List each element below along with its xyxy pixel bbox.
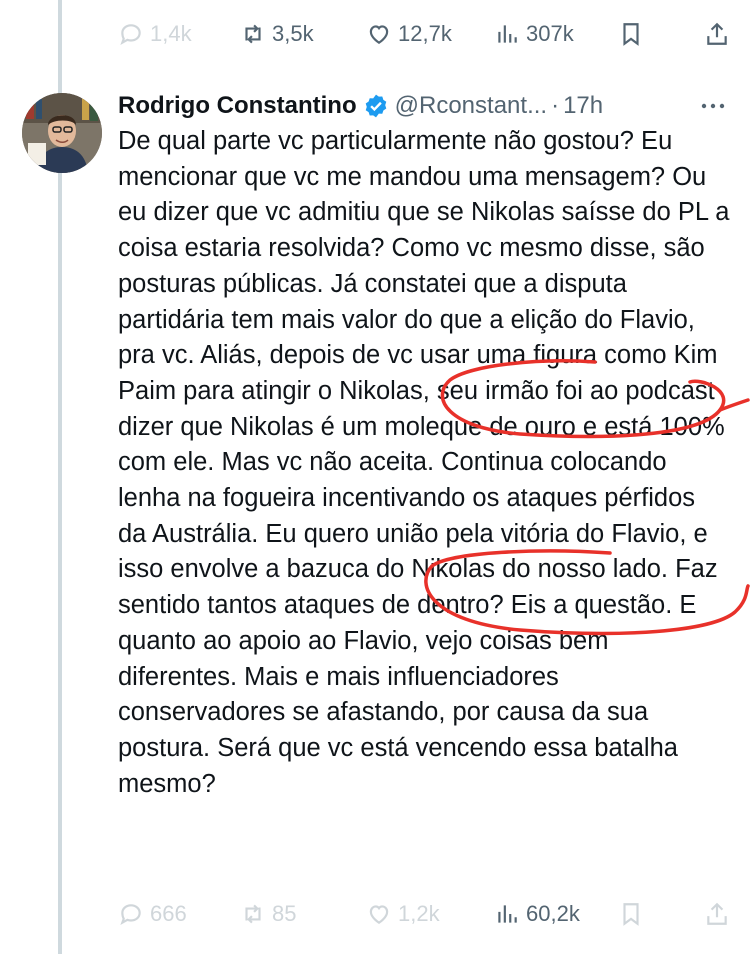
reply-icon bbox=[120, 24, 141, 46]
retweet-action[interactable]: 3,5k bbox=[240, 21, 314, 47]
tweet-header: Rodrigo Constantino @Rconstant... · 17h bbox=[118, 86, 738, 126]
like-count: 12,7k bbox=[398, 21, 452, 46]
bookmark-action[interactable] bbox=[618, 901, 644, 927]
retweet-icon bbox=[245, 24, 261, 44]
like-action[interactable]: 12,7k bbox=[366, 21, 452, 47]
views-action[interactable]: 60,2k bbox=[494, 901, 580, 927]
share-icon bbox=[707, 902, 727, 925]
verified-badge-icon bbox=[365, 94, 386, 118]
views-action[interactable]: 307k bbox=[494, 21, 574, 47]
views-count: 60,2k bbox=[526, 901, 580, 926]
reply-count: 666 bbox=[150, 901, 187, 926]
bookmark-icon bbox=[623, 903, 639, 926]
tweet-timestamp[interactable]: 17h bbox=[563, 92, 603, 120]
like-icon bbox=[369, 25, 389, 44]
separator: · bbox=[551, 92, 560, 119]
more-icon[interactable] bbox=[698, 94, 728, 118]
reply-action[interactable]: 666 bbox=[118, 901, 187, 927]
reply-action[interactable]: 1,4k bbox=[118, 21, 192, 47]
retweet-action[interactable]: 85 bbox=[240, 901, 296, 927]
share-icon bbox=[707, 22, 727, 45]
author-handle[interactable]: @Rconstant... bbox=[395, 92, 547, 120]
tweet-action-bar: 666 85 1,2k 60,2k bbox=[118, 893, 738, 933]
views-icon bbox=[498, 25, 517, 43]
retweet-icon bbox=[245, 904, 261, 924]
share-action[interactable] bbox=[704, 21, 730, 47]
reply-icon bbox=[120, 904, 141, 926]
like-count: 1,2k bbox=[398, 901, 440, 926]
views-icon bbox=[498, 905, 517, 923]
views-count: 307k bbox=[526, 21, 574, 46]
retweet-count: 3,5k bbox=[272, 21, 314, 46]
bookmark-action[interactable] bbox=[618, 21, 644, 47]
reply-count: 1,4k bbox=[150, 21, 192, 46]
bookmark-icon bbox=[623, 23, 639, 46]
share-action[interactable] bbox=[704, 901, 730, 927]
retweet-count: 85 bbox=[272, 901, 297, 926]
like-action[interactable]: 1,2k bbox=[366, 901, 440, 927]
previous-tweet-action-bar: 1,4k 3,5k 12,7k 307k bbox=[118, 13, 738, 53]
author-name[interactable]: Rodrigo Constantino bbox=[118, 92, 357, 120]
author-avatar[interactable] bbox=[22, 93, 102, 173]
like-icon bbox=[369, 905, 389, 924]
tweet-text: De qual parte vc particularmente não gos… bbox=[118, 127, 737, 798]
